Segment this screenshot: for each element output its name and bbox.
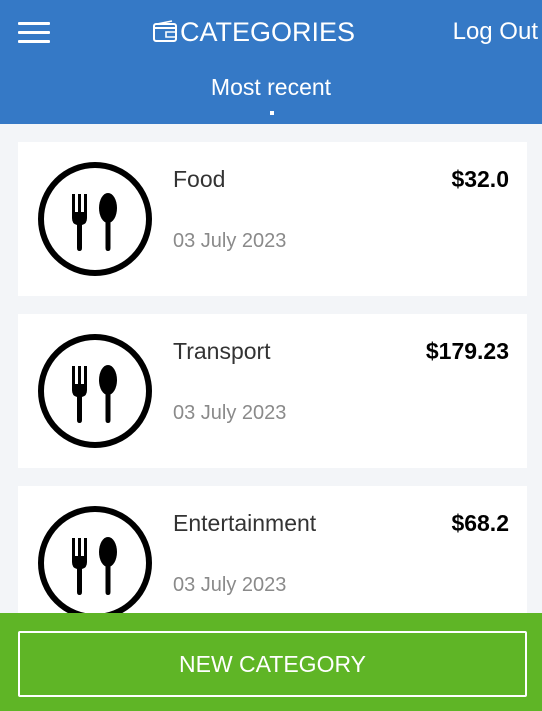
category-amount: $179.23 (425, 338, 509, 364)
new-category-button[interactable]: NEW CATEGORY (18, 631, 527, 697)
category-date: 03 July 2023 (173, 402, 287, 424)
category-date: 03 July 2023 (173, 574, 287, 596)
category-name: Entertainment (173, 510, 317, 536)
category-date: 03 July 2023 (173, 230, 287, 252)
app-header: CATEGORIES Log Out Most recent (0, 0, 542, 124)
utensils-icon (38, 334, 152, 448)
category-name: Food (173, 166, 226, 192)
tab-indicator (270, 111, 274, 115)
page-title: CATEGORIES (180, 16, 356, 47)
logout-button[interactable]: Log Out (453, 18, 538, 46)
utensils-icon (38, 162, 152, 276)
category-name: Transport (173, 338, 271, 364)
category-amount: $68.2 (451, 510, 509, 536)
category-card[interactable]: Transport 03 July 2023 $179.23 (18, 314, 527, 468)
category-amount: $32.0 (451, 166, 509, 192)
page-title-group: CATEGORIES (152, 14, 355, 50)
utensils-icon (38, 506, 152, 620)
hamburger-menu-icon[interactable] (18, 20, 50, 44)
tab-most-recent[interactable]: Most recent (0, 74, 542, 101)
footer-bar: NEW CATEGORY (0, 613, 542, 711)
category-card[interactable]: Food 03 July 2023 $32.0 (18, 142, 527, 296)
wallet-icon (153, 20, 177, 42)
